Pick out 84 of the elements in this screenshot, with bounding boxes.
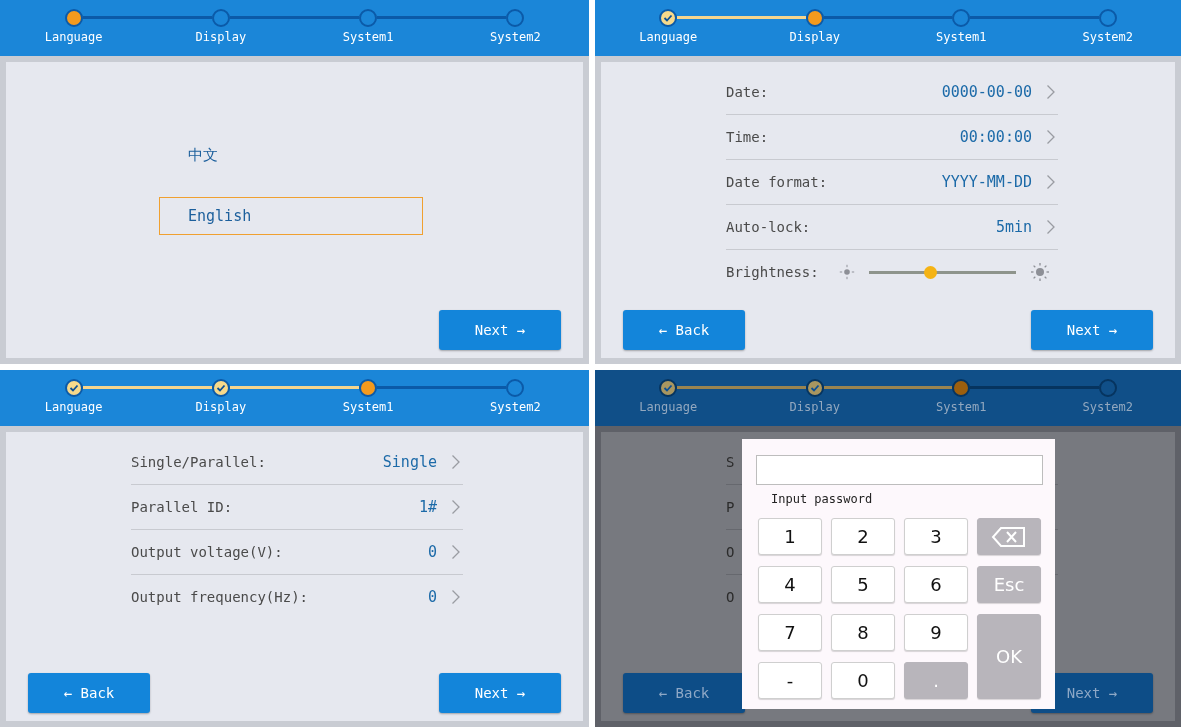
check-icon — [809, 383, 820, 393]
setting-row[interactable]: Time: 00:00:00 — [726, 115, 1058, 160]
setting-value: 0 — [427, 588, 437, 606]
back-button[interactable]: ← Back — [623, 673, 745, 713]
chevron-right-icon — [451, 499, 461, 515]
next-button[interactable]: Next → — [439, 310, 561, 350]
language-option[interactable]: 中文 — [159, 136, 423, 174]
brightness-icon — [838, 264, 855, 280]
language-option[interactable]: English — [159, 197, 423, 235]
setting-label: Output voltage(V): — [131, 544, 283, 560]
next-button[interactable]: Next → — [1031, 310, 1153, 350]
setting-value: YYYY-MM-DD — [941, 173, 1032, 191]
chevron-right-icon — [1046, 174, 1056, 190]
step-label: Language — [639, 400, 698, 414]
password-field[interactable] — [756, 455, 1043, 485]
setting-label: O — [726, 589, 735, 605]
backspace-key[interactable] — [977, 518, 1041, 555]
setting-value: 1# — [418, 498, 437, 516]
setting-label: Auto-lock: — [726, 219, 811, 235]
check-icon — [663, 383, 674, 393]
setting-row[interactable]: Single/Parallel: Single — [131, 440, 463, 485]
setting-value: 0 — [427, 543, 437, 561]
check-icon — [215, 383, 226, 393]
setting-row[interactable]: Auto-lock: 5min — [726, 205, 1058, 250]
step-label: System2 — [1082, 400, 1134, 414]
check-icon — [68, 383, 79, 393]
step-label: System1 — [935, 400, 987, 414]
keypad-key[interactable]: 2 — [831, 518, 895, 555]
setting-label: Parallel ID: — [131, 499, 233, 515]
step-label: Display — [195, 400, 247, 414]
setting-label: Brightness: — [726, 264, 819, 280]
keypad-key[interactable]: 4 — [758, 566, 822, 603]
chevron-right-icon — [451, 454, 461, 470]
keypad-key[interactable]: 0 — [831, 662, 895, 699]
setting-label: Output frequency(Hz): — [131, 589, 308, 605]
password-label: Input password — [771, 492, 874, 506]
setting-label: Time: — [726, 129, 769, 145]
setting-row[interactable]: Output voltage(V): 0 — [131, 530, 463, 575]
step-label: System2 — [490, 30, 541, 44]
step-label: Display — [789, 30, 841, 44]
setting-label: Single/Parallel: — [131, 454, 266, 470]
step-label: Language — [44, 400, 103, 414]
back-button[interactable]: ← Back — [623, 310, 745, 350]
step-label: System2 — [490, 400, 541, 414]
keypad-key[interactable]: 9 — [904, 614, 968, 651]
keypad-key[interactable]: 6 — [904, 566, 968, 603]
keypad-key[interactable]: 1 — [758, 518, 822, 555]
chevron-right-icon — [1046, 129, 1056, 145]
keypad-key[interactable]: 8 — [831, 614, 895, 651]
setting-value: 00:00:00 — [959, 128, 1032, 146]
step-label: System1 — [342, 400, 394, 414]
setting-label: P — [726, 499, 735, 515]
setting-row[interactable]: Parallel ID: 1# — [131, 485, 463, 530]
step-label: System1 — [342, 30, 394, 44]
step-label: Language — [639, 30, 698, 44]
setting-label: O — [726, 544, 735, 560]
setting-value: 0000-00-00 — [941, 83, 1032, 101]
slider-thumb[interactable] — [924, 265, 938, 279]
chevron-right-icon — [1046, 219, 1056, 235]
setting-label: Date format: — [726, 174, 828, 190]
setting-value: 5min — [995, 218, 1032, 236]
check-icon — [663, 13, 674, 23]
chevron-right-icon — [451, 589, 461, 605]
keypad-key[interactable]: 5 — [831, 566, 895, 603]
setting-value: Single — [382, 453, 437, 471]
setting-label: Date: — [726, 84, 769, 100]
keypad-key[interactable]: - — [758, 662, 822, 699]
step-label: Language — [44, 30, 103, 44]
setting-row[interactable]: Date format: YYYY-MM-DD — [726, 160, 1058, 205]
setting-label: S — [726, 454, 735, 470]
back-button[interactable]: ← Back — [28, 673, 150, 713]
chevron-right-icon — [451, 544, 461, 560]
step-label: System2 — [1082, 30, 1134, 44]
step-label: Display — [789, 400, 841, 414]
step-label: System1 — [935, 30, 987, 44]
setting-row[interactable]: Output frequency(Hz): 0 — [131, 575, 463, 619]
backspace-icon — [991, 525, 1027, 548]
keypad-key[interactable]: 7 — [758, 614, 822, 651]
chevron-right-icon — [1046, 84, 1056, 100]
next-button[interactable]: Next → — [439, 673, 561, 713]
brightness-icon — [1029, 262, 1050, 282]
keypad-key[interactable]: 3 — [904, 518, 968, 555]
setting-row[interactable]: Date: 0000-00-00 — [726, 70, 1058, 115]
step-label: Display — [195, 30, 247, 44]
